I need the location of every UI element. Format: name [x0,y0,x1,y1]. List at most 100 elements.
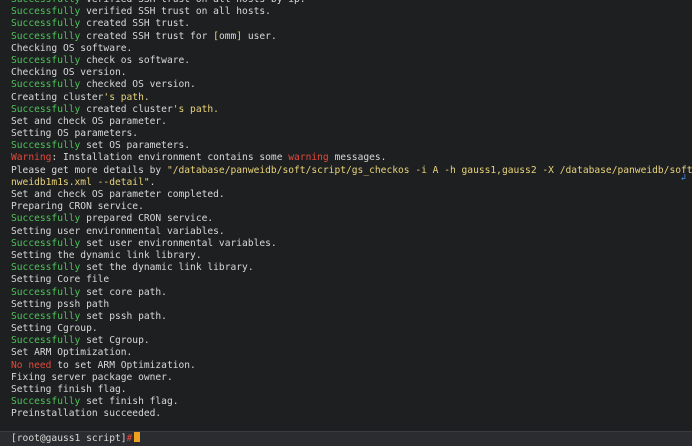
output-segment: Successfully [11,262,81,274]
output-segment: set user environmental variables. [80,237,277,249]
output-segment: 's path. [103,91,150,103]
line-wrap-icon: ↲ [680,173,686,183]
prompt-bar[interactable]: [root@gauss1 script]# [0,431,692,446]
output-line: Set and check OS parameter completed. [11,189,678,201]
output-line: Successfully set the dynamic link librar… [11,262,678,274]
output-line: Successfully check os software. [11,55,678,67]
output-segment: Successfully [11,18,81,30]
output-segment: set pssh path. [80,310,167,322]
output-segment: verified SSH trust on all hosts. [80,6,271,18]
output-segment: set finish flag. [80,396,179,408]
output-segment: created SSH trust for [80,30,214,42]
output-segment: Setting Cgroup. [11,323,98,335]
output-line: nweidb1m1s.xml --detail". [11,177,678,189]
terminal-output: Successfully verified SSH trust on all h… [11,0,692,421]
output-segment: Setting the dynamic link library. [11,249,202,261]
output-segment: Successfully [11,237,81,249]
output-segment: Successfully [11,213,81,225]
output-segment: Successfully [11,79,81,91]
output-line: Successfully set pssh path. [11,311,678,323]
output-line: Successfully created SSH trust for [omm]… [11,31,678,43]
output-line: Successfully set finish flag. [11,396,678,408]
output-line: Successfully set Cgroup. [11,335,678,347]
output-line: Checking OS software. [11,43,678,55]
output-segment: Successfully [11,310,81,322]
output-segment: Preinstallation succeeded. [11,408,162,420]
output-segment: checked OS version. [80,79,196,91]
output-segment: Set and check OS parameter. [11,115,167,127]
output-segment: nweidb1m1s.xml --detail" [11,176,150,188]
output-segment: Successfully [11,286,81,298]
output-segment: "/database/panweidb/soft/script/gs_check… [166,164,692,176]
terminal-window[interactable]: Successfully verified SSH trust on all h… [0,0,692,446]
output-segment: to set ARM Optimization. [51,359,196,371]
output-segment: Successfully [11,396,81,408]
output-line: Setting OS parameters. [11,128,678,140]
text-cursor [134,431,141,442]
prompt-symbol: # [126,432,133,444]
output-segment: messages. [328,152,387,164]
output-line: Set and check OS parameter. [11,116,678,128]
output-segment: . [149,176,156,188]
output-segment: set Cgroup. [80,335,150,347]
output-line: Successfully checked OS version. [11,79,678,91]
output-segment: prepared CRON service. [80,213,214,225]
output-line: Creating cluster's path. [11,92,678,104]
output-line: Set ARM Optimization. [11,347,678,359]
output-segment: Setting pssh path [11,298,110,310]
output-line: Setting user environmental variables. [11,226,678,238]
output-line: Preparing CRON service. [11,201,678,213]
output-segment: created cluster [80,103,173,115]
output-segment: verified SSH trust on all hosts by ip. [80,0,306,5]
command-prompt[interactable]: [root@gauss1 script]# [11,431,141,445]
output-line: Setting pssh path [11,299,678,311]
output-segment: Checking OS version. [11,67,127,79]
output-segment: Successfully [11,103,81,115]
output-segment: Successfully [11,54,81,66]
output-segment: Set and check OS parameter completed. [11,189,225,200]
output-segment: Successfully [11,140,81,152]
output-segment: warning [288,152,329,164]
output-line: Setting Core file [11,274,678,286]
output-segment: set the dynamic link library. [80,262,254,274]
output-segment: No need [11,359,52,371]
output-line: Setting finish flag. [11,384,678,396]
output-segment: check os software. [80,54,191,66]
output-line: Checking OS version. [11,67,678,79]
output-line: Fixing server package owner. [11,372,678,384]
output-line: No need to set ARM Optimization. [11,360,678,372]
output-segment: Successfully [11,30,81,42]
output-segment: Successfully [11,6,81,18]
output-segment: user. [242,30,277,42]
output-segment: Setting finish flag. [11,384,127,395]
output-segment: created SSH trust. [80,18,191,30]
output-line: Setting Cgroup. [11,323,678,335]
output-segment: Set ARM Optimization. [11,347,133,359]
output-segment: Setting OS parameters. [11,128,139,140]
output-line: Successfully verified SSH trust on all h… [11,6,678,18]
output-segment: Please get more details by [11,164,167,176]
output-segment: Fixing server package owner. [11,371,173,383]
output-segment: 's path. [172,103,219,115]
output-segment: omm [218,30,237,42]
output-segment: Creating cluster [11,91,104,103]
output-segment: set OS parameters. [80,140,191,152]
output-line: Setting the dynamic link library. [11,250,678,262]
output-segment: Successfully [11,0,80,5]
output-segment: Setting user environmental variables. [11,225,225,237]
output-segment: Warning [11,152,52,164]
output-segment: Preparing CRON service. [11,201,144,213]
prompt-text: [root@gauss1 script] [11,432,127,444]
output-line: Successfully created SSH trust. [11,18,678,30]
output-segment: Checking OS software. [11,42,133,54]
output-segment: Setting Core file [11,274,110,286]
output-segment: set core path. [80,286,167,298]
output-line: Successfully set core path. [11,287,678,299]
output-line: Successfully set OS parameters. [11,140,678,152]
output-line: Successfully prepared CRON service. [11,213,678,225]
output-segment: : Installation environment contains some [51,152,289,164]
output-line: Successfully set user environmental vari… [11,238,678,250]
output-line: Warning: Installation environment contai… [11,152,678,164]
output-line: Preinstallation succeeded. [11,408,678,420]
output-line: Successfully created cluster's path. [11,104,678,116]
